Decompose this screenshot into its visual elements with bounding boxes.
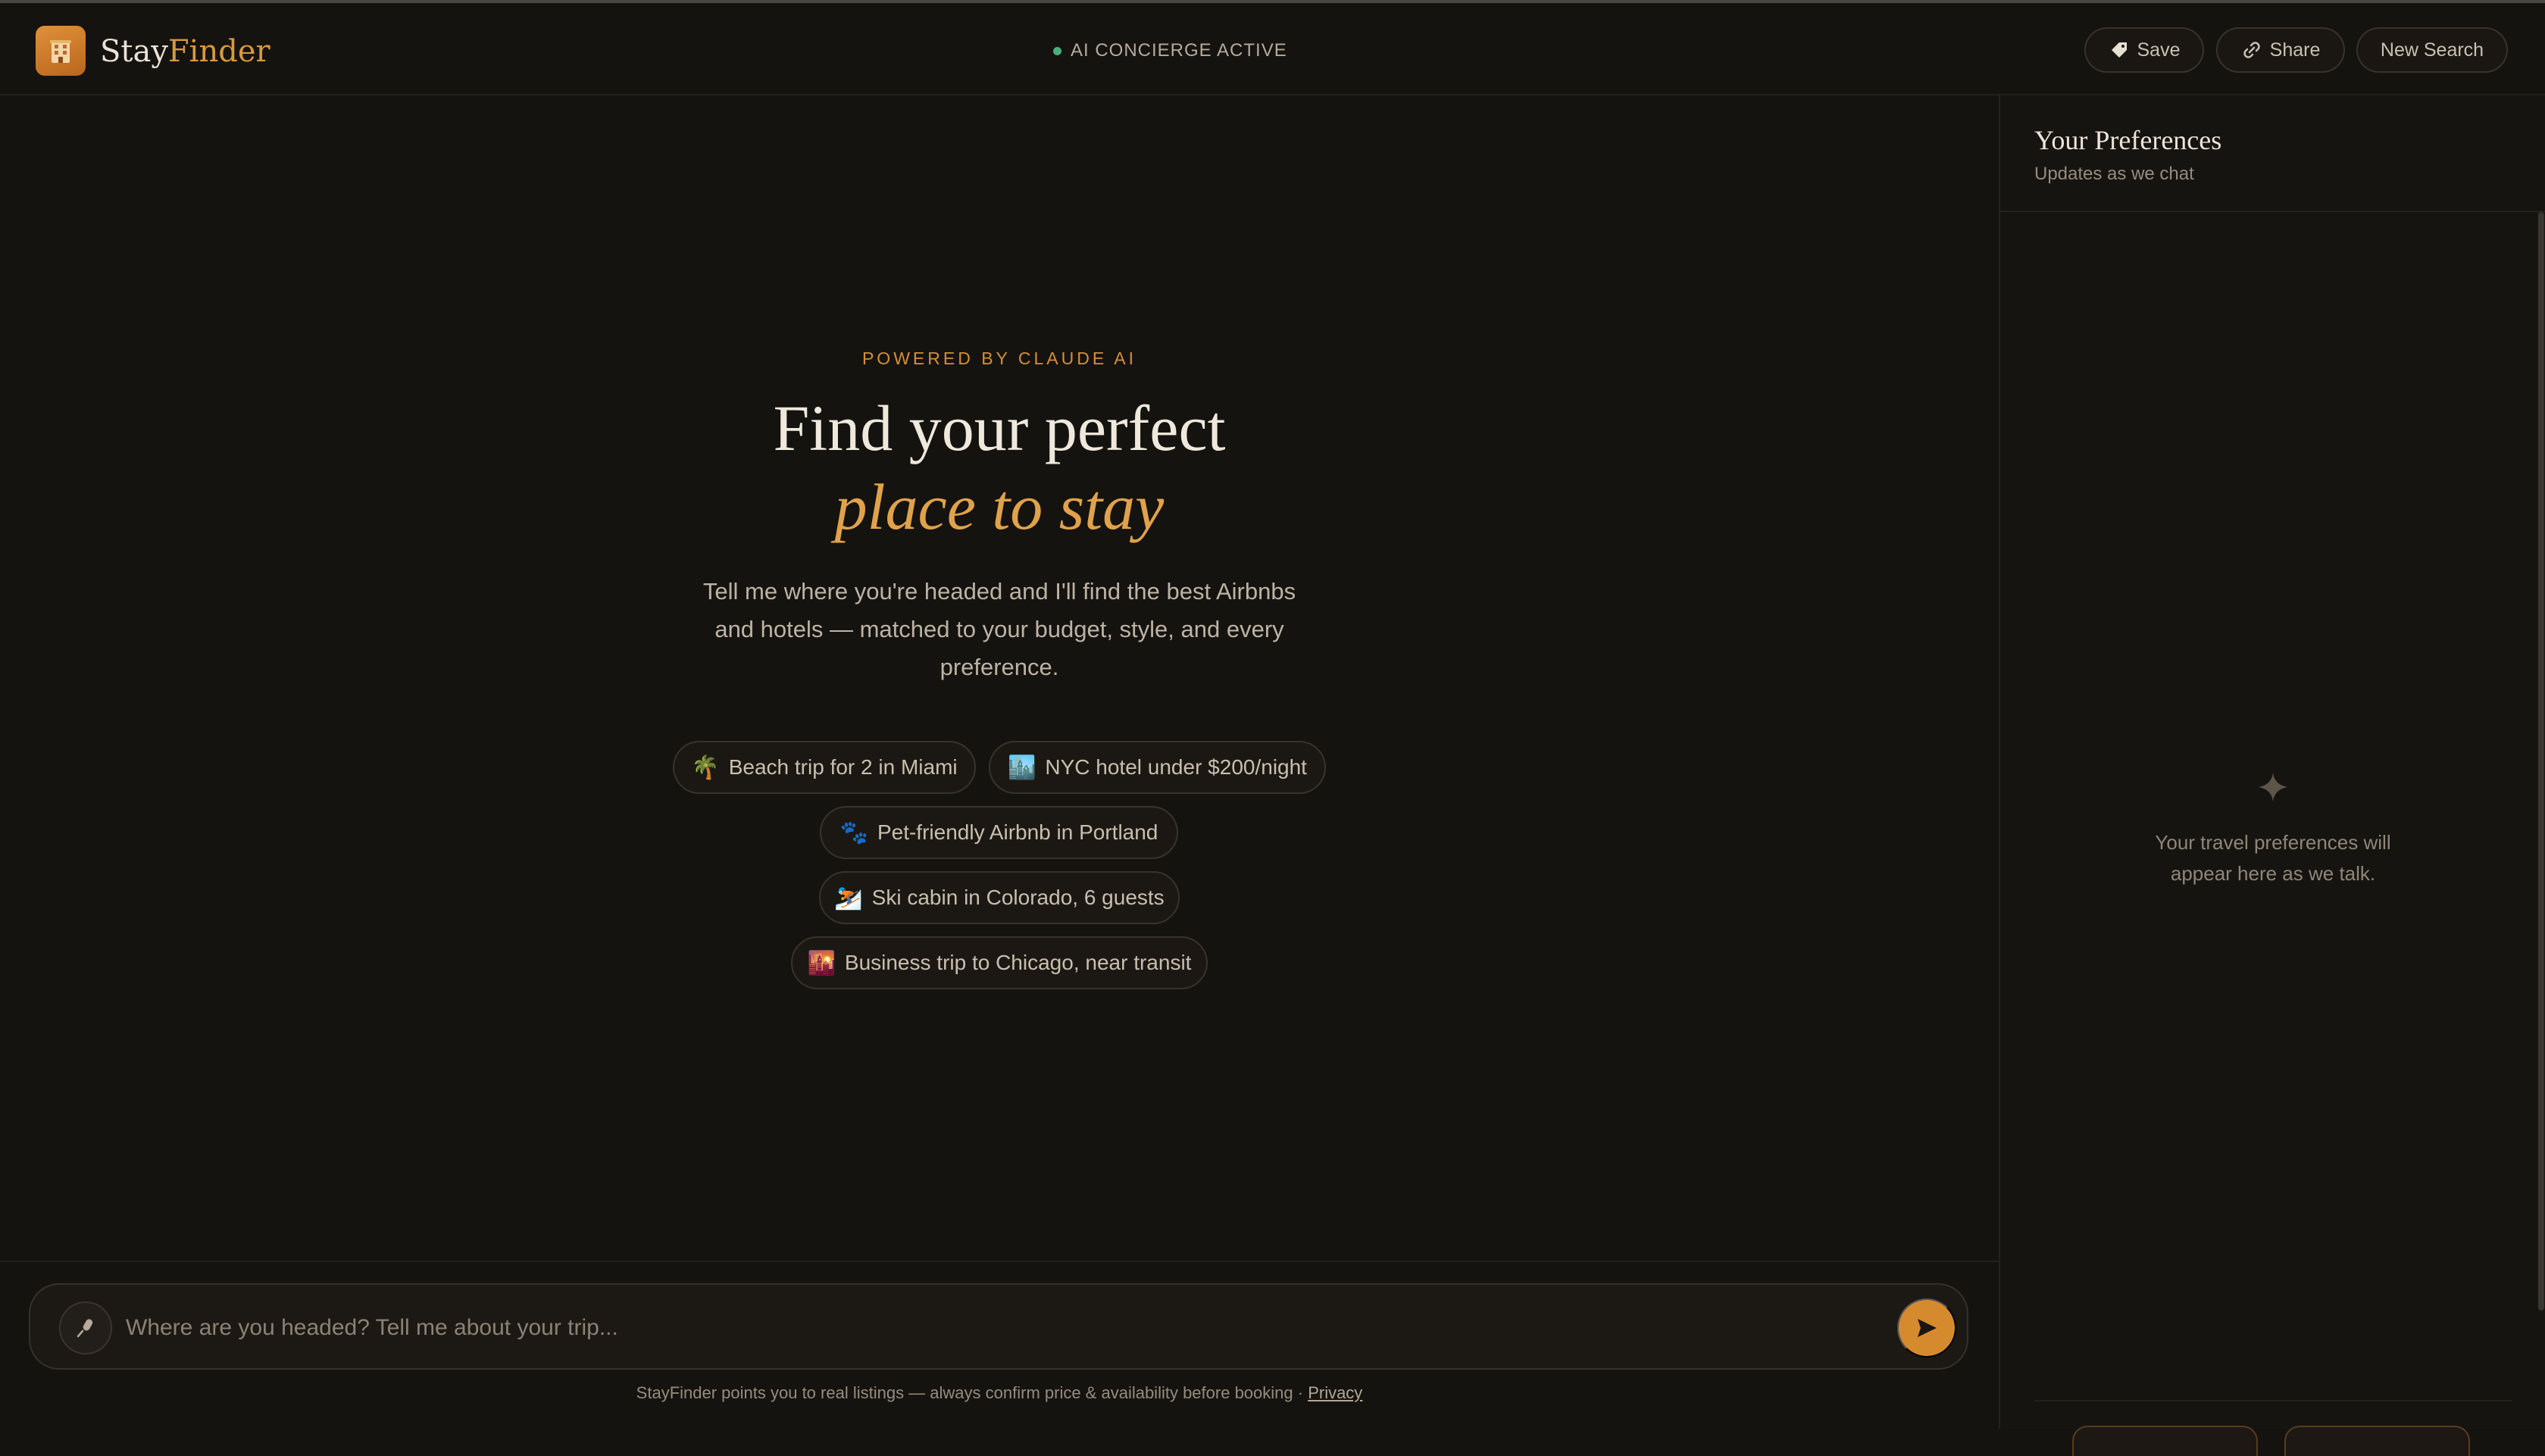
app-header: StayFinder AI CONCIERGE ACTIVE Save Shar… (0, 3, 2545, 95)
logo[interactable] (36, 26, 86, 76)
skier-icon: ⛷️ (834, 885, 863, 911)
send-arrow-icon (1918, 1319, 1937, 1337)
tag-icon (2111, 42, 2127, 58)
sidebar-footer-divider (2034, 1400, 2512, 1401)
share-label: Share (2269, 39, 2321, 61)
new-search-button[interactable]: New Search (2356, 27, 2508, 73)
brand-suffix: Finder (167, 34, 270, 69)
link-icon (2243, 42, 2260, 58)
brand-name[interactable]: StayFinder (100, 30, 270, 73)
message-composer (29, 1283, 1968, 1370)
hotel-building-icon (50, 40, 71, 63)
city-sunset-icon: 🌇 (807, 950, 836, 976)
save-button[interactable]: Save (2084, 27, 2204, 73)
sidebar-header: Your Preferences Updates as we chat (2000, 95, 2545, 212)
powered-by-label: POWERED BY CLAUDE AI (861, 348, 1137, 368)
concierge-status: AI CONCIERGE ACTIVE (1053, 36, 1287, 65)
microphone-icon (77, 1319, 93, 1338)
city-icon: 🏙️ (1008, 755, 1036, 780)
preferences-empty-state: Your travel preferences will appear here… (2155, 831, 2391, 885)
send-button[interactable] (1897, 1298, 1956, 1358)
voice-input-button[interactable] (59, 1301, 112, 1354)
suggestion-chip[interactable]: 🐾 Pet-friendly Airbnb in Portland (820, 806, 1178, 859)
suggestion-label: Beach trip for 2 in Miami (728, 755, 958, 779)
hero-subtitle: Tell me where you're headed and I'll fin… (702, 578, 1296, 680)
sparkle-icon (2259, 773, 2287, 801)
sidebar-footer-button[interactable] (2072, 1426, 2258, 1456)
share-button[interactable]: Share (2216, 27, 2345, 73)
sidebar-footer-button[interactable] (2284, 1426, 2470, 1456)
status-dot-icon (1053, 46, 1061, 55)
sidebar-subtitle: Updates as we chat (2034, 164, 2194, 184)
suggestion-chip[interactable]: 🌇 Business trip to Chicago, near transit (791, 936, 1208, 989)
brand-prefix: Stay (100, 34, 168, 69)
sidebar-scrollbar[interactable] (2538, 212, 2544, 1311)
save-label: Save (2137, 39, 2181, 61)
sidebar-title: Your Preferences (2034, 125, 2222, 155)
suggestion-chip[interactable]: 🌴 Beach trip for 2 in Miami (673, 741, 976, 794)
hero-title-accent: place to stay (834, 470, 1165, 543)
suggestion-label: Business trip to Chicago, near transit (844, 951, 1192, 974)
new-search-label: New Search (2380, 39, 2484, 61)
suggestion-label: Pet-friendly Airbnb in Portland (877, 820, 1158, 844)
privacy-link[interactable]: Privacy (1308, 1383, 1362, 1402)
suggestion-label: NYC hotel under $200/night (1045, 755, 1307, 779)
disclaimer: StayFinder points you to real listings —… (0, 1383, 1999, 1403)
status-text: AI CONCIERGE ACTIVE (1071, 40, 1287, 61)
paw-icon: 🐾 (839, 820, 868, 845)
suggestion-label: Ski cabin in Colorado, 6 guests (871, 886, 1165, 909)
suggestion-chip[interactable]: ⛷️ Ski cabin in Colorado, 6 guests (819, 871, 1180, 924)
suggestion-chip[interactable]: 🏙️ NYC hotel under $200/night (989, 741, 1326, 794)
palm-tree-icon: 🌴 (691, 755, 720, 780)
preferences-sidebar: Your Preferences Updates as we chat Your… (1999, 95, 2545, 1456)
disclaimer-text: StayFinder points you to real listings —… (636, 1383, 1308, 1402)
chat-main: POWERED BY CLAUDE AI Find your perfect p… (0, 95, 1999, 1261)
trip-message-input[interactable] (124, 1303, 1829, 1353)
composer-area: StayFinder points you to real listings —… (0, 1261, 1999, 1429)
hero-title: Find your perfect (773, 392, 1226, 464)
